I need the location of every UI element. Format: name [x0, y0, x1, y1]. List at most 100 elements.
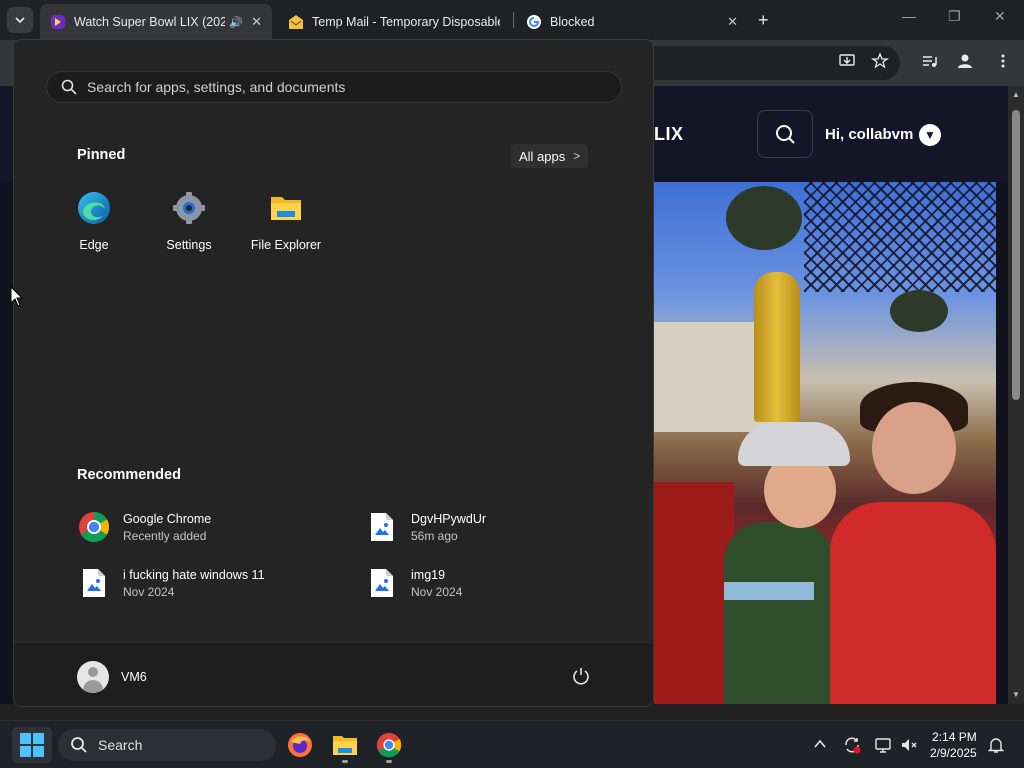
browser-menu-icon[interactable] [994, 52, 1012, 70]
recommended-heading: Recommended [77, 467, 181, 483]
video-scene-net [804, 182, 996, 292]
chevron-down-icon [15, 17, 25, 24]
chrome-icon [376, 732, 402, 758]
video-scene-basket [890, 290, 948, 332]
start-menu-footer: VM6 [14, 642, 653, 706]
video-scene-person [724, 522, 834, 704]
tab-title: Blocked [550, 15, 595, 29]
start-search-placeholder: Search for apps, settings, and documents [87, 79, 346, 95]
taskbar-search-box[interactable]: Search [58, 729, 276, 761]
pinned-app-edge[interactable]: Edge [52, 191, 136, 252]
notification-bell-icon[interactable] [987, 736, 1005, 754]
media-controls-icon[interactable] [921, 52, 939, 70]
site-search-button[interactable] [757, 110, 813, 158]
start-button[interactable] [12, 727, 52, 763]
image-file-icon [365, 510, 399, 544]
all-apps-button[interactable]: All apps > [511, 144, 589, 168]
start-search-input[interactable]: Search for apps, settings, and documents [46, 71, 622, 103]
recommended-item[interactable]: i fucking hate windows 11 Nov 2024 [77, 566, 265, 600]
google-favicon-icon [527, 15, 541, 29]
new-tab-button[interactable]: + [758, 10, 769, 31]
recommended-item-sub: Recently added [123, 528, 207, 543]
mouse-cursor-icon [10, 286, 24, 307]
taskbar-search-placeholder: Search [98, 737, 143, 753]
recommended-item-name: DgvHPywdUr [411, 511, 487, 526]
video-scene-person [830, 502, 996, 704]
running-indicator [342, 760, 348, 763]
recommended-item-sub: Nov 2024 [411, 584, 463, 599]
recommended-item-name: img19 [411, 567, 446, 582]
power-icon[interactable] [571, 666, 591, 686]
tab-super-bowl[interactable]: Watch Super Bowl LIX (2025) 🔊 ✕ [40, 4, 272, 40]
sync-alert-icon[interactable] [843, 736, 861, 754]
running-indicator [386, 760, 392, 763]
recommended-item-sub: 56m ago [411, 528, 458, 543]
windows-logo-icon [20, 733, 44, 757]
avatar-body [83, 680, 103, 693]
clock-date: 2/9/2025 [930, 746, 977, 760]
user-avatar[interactable] [77, 661, 109, 693]
profile-icon[interactable] [956, 52, 974, 70]
pinned-app-file-explorer[interactable]: File Explorer [244, 191, 328, 252]
tab-blocked[interactable]: Blocked ✕ [516, 4, 748, 40]
taskbar: Search 2:14 PM 2/9/2025 [0, 720, 1024, 768]
tab-title: Watch Super Bowl LIX (2025) [74, 15, 226, 29]
taskbar-app-firefox[interactable] [284, 729, 316, 761]
close-window-button[interactable]: ✕ [994, 8, 1006, 25]
install-app-icon[interactable] [838, 52, 856, 70]
video-scene-person [654, 482, 734, 704]
scroll-down-icon[interactable]: ▼ [1012, 690, 1020, 699]
video-scene-face [872, 402, 956, 494]
clock-time: 2:14 PM [932, 730, 977, 744]
taskbar-app-chrome[interactable] [373, 729, 405, 763]
minimize-button[interactable]: — [902, 8, 916, 24]
file-explorer-icon [271, 197, 301, 220]
user-greeting[interactable]: Hi, collabvm [825, 126, 913, 143]
scroll-up-icon[interactable]: ▲ [1012, 90, 1020, 99]
taskbar-clock[interactable]: 2:14 PM 2/9/2025 [930, 729, 977, 761]
pinned-heading: Pinned [77, 147, 126, 163]
chrome-icon [77, 510, 111, 544]
pinned-app-settings[interactable]: Settings [147, 191, 231, 252]
site-brand[interactable]: LIX [654, 124, 684, 145]
pinned-app-label: Edge [79, 238, 109, 252]
volume-muted-icon[interactable] [900, 736, 918, 754]
video-scene-umbrella [754, 272, 800, 422]
close-tab-icon[interactable]: ✕ [251, 14, 262, 30]
temp-mail-favicon-icon [289, 15, 303, 29]
pinned-app-label: File Explorer [250, 238, 322, 252]
network-icon[interactable] [874, 736, 892, 754]
start-menu: Search for apps, settings, and documents… [13, 39, 654, 707]
scrollbar-thumb[interactable] [1012, 110, 1020, 400]
chevron-right-icon: > [573, 149, 581, 163]
taskbar-app-file-explorer[interactable] [329, 729, 361, 763]
speaker-icon[interactable]: 🔊 [229, 16, 243, 29]
chevron-up-icon[interactable] [812, 736, 828, 752]
user-name[interactable]: VM6 [121, 670, 147, 684]
recommended-item-name: Google Chrome [123, 511, 212, 526]
avatar-head [88, 667, 98, 677]
all-apps-label: All apps [519, 148, 566, 164]
video-scene-basket [726, 186, 802, 250]
tab-temp-mail[interactable]: Temp Mail - Temporary Disposable Email [278, 4, 510, 40]
chevron-down-icon[interactable]: ▼ [919, 124, 941, 146]
maximize-button[interactable]: ❐ [948, 8, 961, 25]
tab-search-button[interactable] [7, 7, 33, 33]
pinned-app-label: Settings [166, 238, 212, 252]
firefox-icon [288, 733, 312, 757]
tab-title: Temp Mail - Temporary Disposable Email [312, 15, 500, 29]
file-explorer-icon [333, 736, 357, 755]
recommended-item[interactable]: DgvHPywdUr 56m ago [365, 510, 486, 544]
recommended-item[interactable]: img19 Nov 2024 [365, 566, 462, 600]
video-scene-cap [738, 422, 850, 466]
recommended-item-sub: Nov 2024 [123, 584, 175, 599]
search-icon [776, 125, 795, 144]
recommended-item[interactable]: Google Chrome Recently added [77, 510, 211, 544]
image-file-icon [77, 566, 111, 600]
page-scrollbar[interactable]: ▲ ▼ [1008, 86, 1024, 704]
search-icon [71, 737, 87, 753]
close-tab-icon[interactable]: ✕ [727, 14, 738, 30]
video-player[interactable] [654, 182, 996, 704]
bookmark-star-icon[interactable] [871, 52, 889, 70]
recommended-item-name: i fucking hate windows 11 [123, 567, 265, 582]
